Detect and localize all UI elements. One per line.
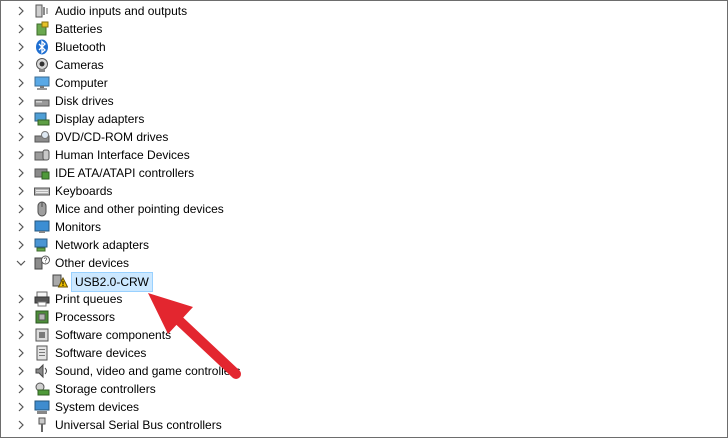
chevron-right-icon[interactable]: [16, 312, 26, 322]
device-manager-tree-pane: Audio inputs and outputs Batteries Bluet…: [0, 0, 728, 438]
tree-item-label: Universal Serial Bus controllers: [55, 418, 222, 432]
chevron-right-icon[interactable]: [16, 330, 26, 340]
chevron-right-icon[interactable]: [16, 384, 26, 394]
mouse-icon: [37, 201, 47, 217]
system-device-icon: [34, 400, 50, 414]
tree-item-label: Software components: [55, 328, 172, 342]
tree-item-label: Mice and other pointing devices: [55, 202, 224, 216]
tree-item-label: Display adapters: [55, 112, 145, 126]
tree-item-label: Processors: [55, 310, 116, 324]
chevron-right-icon[interactable]: [16, 114, 26, 124]
tree-item-software-devices[interactable]: Software devices: [1, 344, 727, 362]
software-component-icon: [35, 328, 49, 342]
tree-item-label: Monitors: [55, 220, 102, 234]
tree-item-batteries[interactable]: Batteries: [1, 20, 727, 38]
tree-item-processors[interactable]: Processors: [1, 308, 727, 326]
processor-icon: [35, 310, 49, 324]
usb-icon: [38, 417, 46, 432]
hid-icon: [34, 149, 50, 161]
tree-item-universal-serial-bus-controllers[interactable]: Universal Serial Bus controllers: [1, 416, 727, 434]
storage-controller-icon: [35, 382, 50, 396]
dvd-drive-icon: [34, 131, 50, 143]
chevron-right-icon[interactable]: [16, 294, 26, 304]
tree-item-print-queues[interactable]: Print queues: [1, 290, 727, 308]
tree-item-label: Disk drives: [55, 94, 114, 108]
tree-item-human-interface-devices[interactable]: Human Interface Devices: [1, 146, 727, 164]
chevron-right-icon[interactable]: [16, 402, 26, 412]
chevron-right-icon[interactable]: [16, 186, 26, 196]
tree-item-label: Storage controllers: [55, 382, 156, 396]
tree-item-label: Cameras: [55, 58, 104, 72]
chevron-down-icon[interactable]: [16, 258, 26, 268]
tree-item-keyboards[interactable]: Keyboards: [1, 182, 727, 200]
tree-item-label: Sound, video and game controllers: [55, 364, 241, 378]
tree-item-mice-and-other-pointing-devices[interactable]: Mice and other pointing devices: [1, 200, 727, 218]
chevron-right-icon[interactable]: [16, 240, 26, 250]
chevron-right-icon[interactable]: [16, 78, 26, 88]
keyboard-icon: [34, 187, 50, 196]
tree-item-cameras[interactable]: Cameras: [1, 56, 727, 74]
chevron-right-icon[interactable]: [16, 6, 26, 16]
unknown-device-icon: ?: [34, 255, 50, 270]
display-adapter-icon: [34, 112, 50, 126]
chevron-right-icon[interactable]: [16, 60, 26, 70]
tree-item-bluetooth[interactable]: Bluetooth: [1, 38, 727, 56]
tree-item-label: Keyboards: [55, 184, 113, 198]
camera-icon: [36, 58, 48, 72]
svg-text:?: ?: [44, 258, 48, 265]
tree-item-usb2-0-crw[interactable]: USB2.0-CRW: [1, 272, 727, 292]
tree-item-label: Audio inputs and outputs: [55, 4, 188, 18]
tree-item-ide-ata-atapi-controllers[interactable]: IDE ATA/ATAPI controllers: [1, 164, 727, 182]
tree-item-audio-inputs-and-outputs[interactable]: Audio inputs and outputs: [1, 2, 727, 20]
chevron-right-icon[interactable]: [16, 222, 26, 232]
chevron-right-icon[interactable]: [16, 366, 26, 376]
bluetooth-icon: [36, 39, 48, 55]
tree-item-label: IDE ATA/ATAPI controllers: [55, 166, 195, 180]
chevron-right-icon[interactable]: [16, 348, 26, 358]
tree-item-sound-video-and-game-controllers[interactable]: Sound, video and game controllers: [1, 362, 727, 380]
tree-item-label: Software devices: [55, 346, 147, 360]
tree-item-label: Print queues: [55, 292, 123, 306]
software-device-icon: [36, 345, 48, 361]
chevron-right-icon[interactable]: [16, 42, 26, 52]
sound-icon: [35, 363, 47, 379]
chevron-right-icon[interactable]: [16, 420, 26, 430]
monitor-icon: [34, 220, 50, 233]
tree-item-network-adapters[interactable]: Network adapters: [1, 236, 727, 254]
computer-icon: [34, 76, 50, 90]
tree-item-label: Batteries: [55, 22, 103, 36]
tree-item-label: Computer: [55, 76, 108, 90]
tree-item-label: Network adapters: [55, 238, 150, 252]
tree-item-software-components[interactable]: Software components: [1, 326, 727, 344]
chevron-right-icon[interactable]: [16, 96, 26, 106]
chevron-right-icon[interactable]: [16, 132, 26, 142]
tree-item-disk-drives[interactable]: Disk drives: [1, 92, 727, 110]
printer-icon: [34, 291, 50, 307]
tree-item-computer[interactable]: Computer: [1, 74, 727, 92]
chevron-right-icon[interactable]: [16, 168, 26, 178]
tree-item-label: Other devices: [55, 256, 130, 270]
chevron-right-icon[interactable]: [16, 150, 26, 160]
selected-tree-item-label: USB2.0-CRW: [71, 272, 153, 292]
tree-item-monitors[interactable]: Monitors: [1, 218, 727, 236]
chevron-right-icon[interactable]: [16, 24, 26, 34]
battery-icon: [36, 21, 49, 36]
tree-item-label: Human Interface Devices: [55, 148, 190, 162]
tree-item-storage-controllers[interactable]: Storage controllers: [1, 380, 727, 398]
chevron-right-icon[interactable]: [16, 204, 26, 214]
tree-item-label: System devices: [55, 400, 140, 414]
tree-item-label: Bluetooth: [55, 40, 106, 54]
tree-item-system-devices[interactable]: System devices: [1, 398, 727, 416]
tree-item-display-adapters[interactable]: Display adapters: [1, 110, 727, 128]
tree-item-dvd-cd-rom-drives[interactable]: DVD/CD-ROM drives: [1, 128, 727, 146]
speaker-icon: [35, 4, 48, 18]
tree-item-label: DVD/CD-ROM drives: [55, 130, 169, 144]
disk-drive-icon: [34, 99, 50, 107]
network-adapter-icon: [34, 238, 48, 252]
warning-device-icon: [52, 274, 68, 288]
ide-controller-icon: [34, 168, 50, 180]
tree-item-other-devices[interactable]: ? Other devices: [1, 254, 727, 272]
